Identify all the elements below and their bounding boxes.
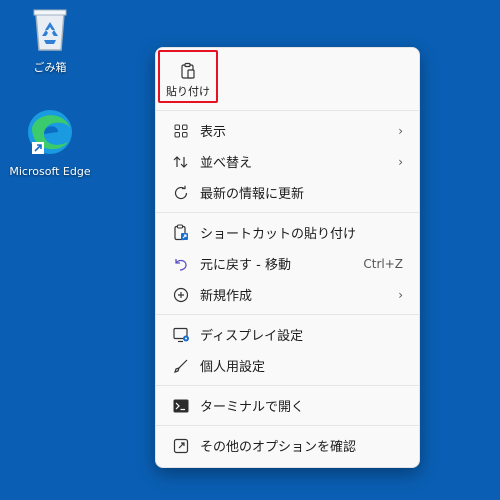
menu-item-sort[interactable]: 並べ替え › bbox=[156, 146, 419, 177]
menu-item-more-options[interactable]: その他のオプションを確認 bbox=[156, 430, 419, 461]
menu-item-view[interactable]: 表示 › bbox=[156, 115, 419, 146]
menu-item-more-options-label: その他のオプションを確認 bbox=[200, 440, 357, 455]
brush-icon bbox=[172, 357, 190, 375]
menu-item-refresh[interactable]: 最新の情報に更新 bbox=[156, 177, 419, 208]
plus-circle-icon bbox=[172, 286, 190, 304]
menu-item-display-settings-label: ディスプレイ設定 bbox=[200, 329, 304, 344]
menu-item-view-label: 表示 bbox=[200, 125, 227, 140]
open-external-icon bbox=[172, 437, 190, 455]
recycle-bin-desktop-icon[interactable]: ごみ箱 bbox=[5, 6, 95, 75]
menu-item-new[interactable]: 新規作成 › bbox=[156, 279, 419, 310]
recycle-bin-label: ごみ箱 bbox=[33, 61, 67, 74]
edge-desktop-icon[interactable]: Microsoft Edge bbox=[5, 106, 95, 178]
terminal-icon bbox=[172, 397, 190, 415]
menu-item-refresh-label: 最新の情報に更新 bbox=[200, 187, 305, 202]
menu-item-display-settings[interactable]: ディスプレイ設定 bbox=[156, 319, 419, 350]
menu-item-undo[interactable]: 元に戻す - 移動 Ctrl+Z bbox=[156, 248, 419, 279]
menu-item-paste-shortcut-label: ショートカットの貼り付け bbox=[200, 227, 357, 242]
menu-item-personalize-label: 個人用設定 bbox=[200, 360, 266, 375]
display-settings-icon bbox=[172, 326, 190, 344]
menu-item-paste-shortcut[interactable]: ショートカットの貼り付け bbox=[156, 217, 419, 248]
desktop-context-menu: 貼り付け 表示 › 並べ替え › 最新の情報に更新 ショートカットの貼り付け 元… bbox=[155, 47, 420, 468]
sort-arrows-icon bbox=[172, 153, 190, 171]
undo-shortcut: Ctrl+Z bbox=[363, 256, 403, 271]
refresh-icon bbox=[172, 184, 190, 202]
menu-item-sort-label: 並べ替え bbox=[200, 156, 253, 171]
edge-icon bbox=[28, 110, 72, 154]
paste-button[interactable]: 貼り付け bbox=[158, 50, 218, 103]
edge-label: Microsoft Edge bbox=[9, 165, 91, 178]
paste-label: 貼り付け bbox=[166, 85, 210, 98]
chevron-right-icon: › bbox=[398, 154, 403, 169]
paste-icon bbox=[181, 62, 195, 79]
undo-icon bbox=[172, 255, 190, 273]
context-menu-toolbar: 貼り付け bbox=[156, 48, 419, 110]
chevron-right-icon: › bbox=[398, 123, 403, 138]
paste-shortcut-icon bbox=[172, 224, 190, 242]
recycle-bin-icon bbox=[33, 9, 67, 51]
menu-item-terminal-label: ターミナルで開く bbox=[200, 400, 305, 415]
grid-icon bbox=[172, 122, 190, 140]
menu-item-terminal[interactable]: ターミナルで開く bbox=[156, 390, 419, 421]
menu-item-personalize[interactable]: 個人用設定 bbox=[156, 350, 419, 381]
menu-item-new-label: 新規作成 bbox=[200, 289, 253, 304]
chevron-right-icon: › bbox=[398, 287, 403, 302]
